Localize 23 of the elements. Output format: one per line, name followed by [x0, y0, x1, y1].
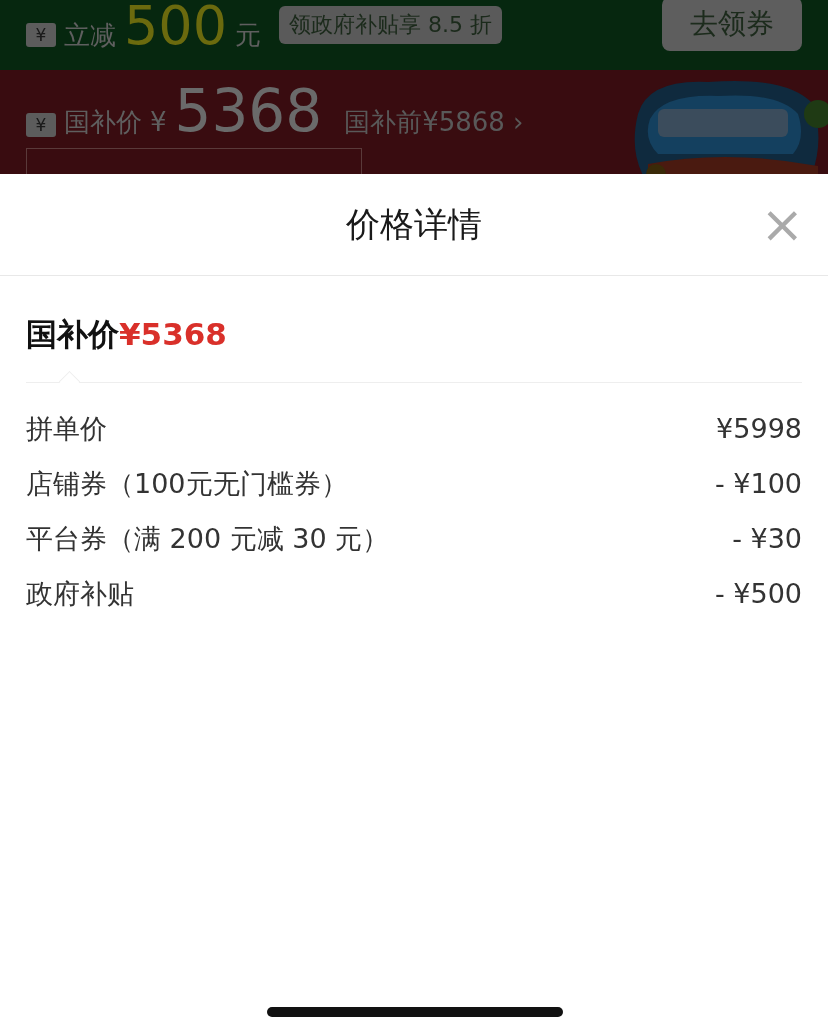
price-item-label: 拼单价	[26, 411, 107, 446]
discount-amount: 500	[124, 0, 228, 53]
subsidy-price-summary: 国补价¥5368	[26, 315, 227, 354]
currency-sign: ¥	[150, 107, 167, 137]
price-item-label: 政府补贴	[26, 576, 134, 611]
original-price: 国补前¥5868	[344, 106, 505, 139]
price-item-label: 店铺券（100元无门槛券）	[26, 466, 348, 501]
discount-unit: 元	[235, 18, 262, 52]
close-button[interactable]: ×	[756, 202, 808, 246]
price-item-value: - ¥30	[732, 523, 802, 554]
price-item-label: 平台券（满 200 元减 30 元）	[26, 521, 390, 556]
get-coupon-button[interactable]: 去领券	[662, 0, 802, 51]
price-item-value: ¥5998	[716, 413, 802, 444]
chevron-icon: ›	[512, 107, 524, 137]
coupon-icon: ¥	[26, 23, 56, 47]
price-item-value: - ¥500	[714, 578, 802, 609]
subsidy-price: 5368	[174, 82, 323, 140]
sheet-title: 价格详情	[346, 202, 482, 246]
discount-label: 立减	[64, 18, 116, 52]
subsidy-tip: 领政府补贴享 8.5 折	[279, 6, 503, 44]
price-label: 国补价	[64, 106, 142, 139]
price-item-value: - ¥100	[714, 468, 802, 499]
coupon-icon: ¥	[26, 113, 56, 137]
